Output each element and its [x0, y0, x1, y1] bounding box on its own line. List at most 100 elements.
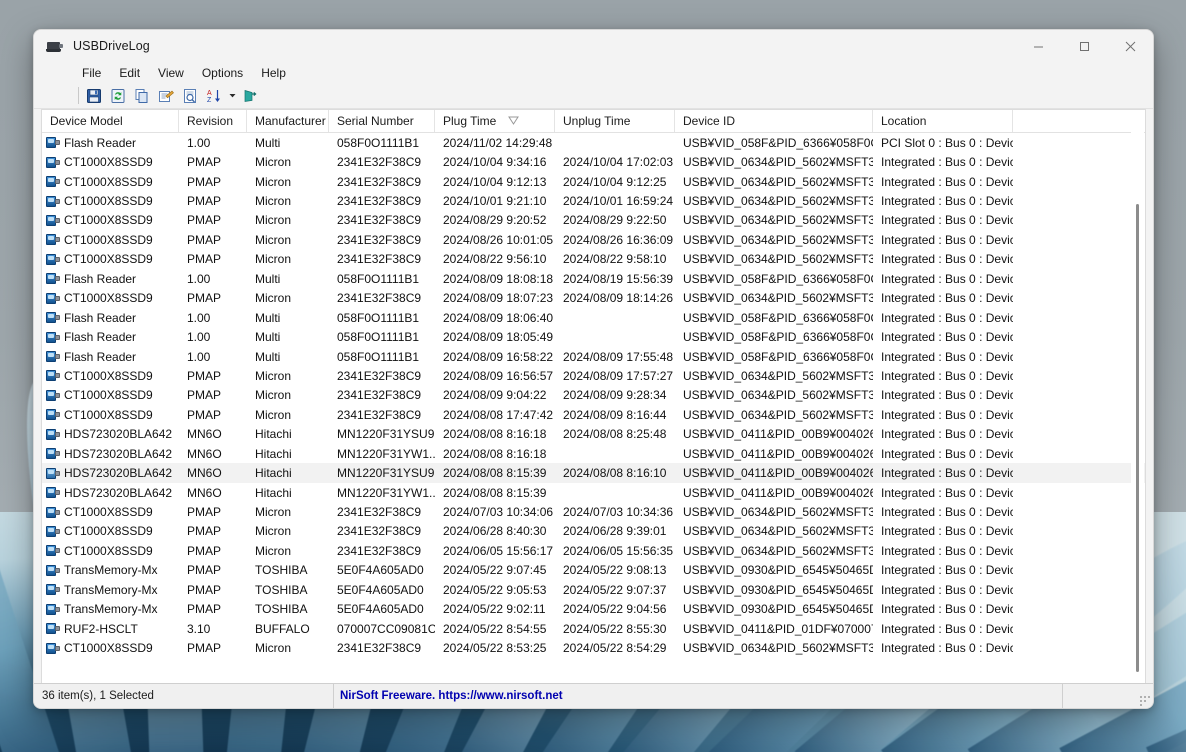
- copy-icon[interactable]: [131, 85, 153, 106]
- column-header-serial-number[interactable]: Serial Number: [329, 110, 435, 132]
- menu-item-help[interactable]: Help: [253, 65, 294, 81]
- cell-device-model: HDS723020BLA642: [42, 427, 179, 441]
- sort-az-icon[interactable]: A Z: [203, 85, 225, 106]
- status-item-count: 36 item(s), 1 Selected: [34, 684, 334, 708]
- html-report-icon[interactable]: [179, 85, 201, 106]
- status-link-panel: NirSoft Freeware. https://www.nirsoft.ne…: [334, 684, 1063, 708]
- table-row[interactable]: CT1000X8SSD9 PMAP Micron 2341E32F38C9 2024/1…: [42, 152, 1145, 171]
- table-row[interactable]: CT1000X8SSD9 PMAP Micron 2341E32F38C9 2024/0…: [42, 502, 1145, 521]
- table-row[interactable]: TransMemory-Mx PMAP TOSHIBA 5E0F4A605AD0 202…: [42, 600, 1145, 619]
- table-row[interactable]: CT1000X8SSD9 PMAP Micron 2341E32F38C9 2024/0…: [42, 522, 1145, 541]
- usb-device-icon: [46, 603, 61, 615]
- column-header-label: Revision: [187, 114, 234, 128]
- refresh-icon[interactable]: [107, 85, 129, 106]
- table-row[interactable]: HDS723020BLA642 MN6O Hitachi MN1220F31YW1..…: [42, 444, 1145, 463]
- table-row[interactable]: Flash Reader 1.00 Multi 058F0O1111B1 2024/08…: [42, 308, 1145, 327]
- device-model-label: CT1000X8SSD9: [64, 232, 153, 247]
- usb-device-icon: [46, 253, 61, 265]
- cell-revision: MN6O: [187, 466, 222, 481]
- table-row[interactable]: CT1000X8SSD9 PMAP Micron 2341E32F38C9 2024/0…: [42, 230, 1145, 249]
- table-row[interactable]: CT1000X8SSD9 PMAP Micron 2341E32F38C9 2024/0…: [42, 366, 1145, 385]
- device-model-label: TransMemory-Mx: [64, 602, 158, 617]
- cell-revision: 1.00: [187, 330, 211, 345]
- column-header-unplug-time[interactable]: Unplug Time: [555, 110, 675, 132]
- table-row[interactable]: CT1000X8SSD9 PMAP Micron 2341E32F38C9 2024/0…: [42, 405, 1145, 424]
- save-icon[interactable]: [83, 85, 105, 106]
- device-model-label: CT1000X8SSD9: [64, 505, 153, 520]
- cell-plug-time: 2024/08/08 8:15:39: [443, 485, 547, 500]
- cell-revision: PMAP: [187, 582, 222, 597]
- table-row[interactable]: TransMemory-Mx PMAP TOSHIBA 5E0F4A605AD0 202…: [42, 561, 1145, 580]
- table-row[interactable]: CT1000X8SSD9 PMAP Micron 2341E32F38C9 2024/0…: [42, 289, 1145, 308]
- cell-location: Integrated : Bus 0 : Devic: [881, 252, 1013, 267]
- cell-serial-number: 2341E32F38C9: [337, 232, 422, 247]
- table-row[interactable]: Flash Reader 1.00 Multi 058F0O1111B1 2024/11…: [42, 133, 1145, 152]
- usb-device-icon: [46, 623, 61, 635]
- column-header-manufacturer[interactable]: Manufacturer: [247, 110, 329, 132]
- table-row[interactable]: HDS723020BLA642 MN6O Hitachi MN1220F31YSU9D…: [42, 425, 1145, 444]
- cell-device-model: CT1000X8SSD9: [42, 194, 179, 208]
- table-row[interactable]: Flash Reader 1.00 Multi 058F0O1111B1 2024/08…: [42, 269, 1145, 288]
- cell-unplug-time: 2024/05/22 9:08:13: [563, 563, 667, 578]
- chevron-down-icon[interactable]: [227, 85, 238, 106]
- table-row[interactable]: RUF2-HSCLT 3.10 BUFFALO 070007CC09081C... 20…: [42, 619, 1145, 638]
- column-header-location[interactable]: Location: [873, 110, 1013, 132]
- menu-item-options[interactable]: Options: [194, 65, 251, 81]
- device-model-label: CT1000X8SSD9: [64, 174, 153, 189]
- device-model-label: CT1000X8SSD9: [64, 155, 153, 170]
- vertical-scrollbar-thumb[interactable]: [1136, 204, 1139, 672]
- nirsoft-link[interactable]: NirSoft Freeware. https://www.nirsoft.ne…: [340, 690, 563, 702]
- menu-item-edit[interactable]: Edit: [111, 65, 148, 81]
- menu-item-view[interactable]: View: [150, 65, 192, 81]
- list-header: Device Model Revision Manufacturer Serial N…: [42, 110, 1145, 133]
- menu-item-file[interactable]: File: [74, 65, 109, 81]
- usb-device-icon: [46, 370, 61, 382]
- table-row[interactable]: CT1000X8SSD9 PMAP Micron 2341E32F38C9 2024/0…: [42, 211, 1145, 230]
- cell-location: Integrated : Bus 0 : Devic: [881, 213, 1013, 228]
- table-row[interactable]: CT1000X8SSD9 PMAP Micron 2341E32F38C9 2024/0…: [42, 541, 1145, 560]
- cell-manufacturer: BUFFALO: [255, 621, 310, 636]
- table-row[interactable]: CT1000X8SSD9 PMAP Micron 2341E32F38C9 2024/0…: [42, 250, 1145, 269]
- table-row[interactable]: CT1000X8SSD9 PMAP Micron 2341E32F38C9 2024/0…: [42, 386, 1145, 405]
- cell-plug-time: 2024/08/09 18:05:49: [443, 330, 554, 345]
- table-row[interactable]: Flash Reader 1.00 Multi 058F0O1111B1 2024/08…: [42, 327, 1145, 346]
- cell-plug-time: 2024/08/08 17:47:42: [443, 407, 554, 422]
- device-model-label: TransMemory-Mx: [64, 563, 158, 578]
- table-row[interactable]: HDS723020BLA642 MN6O Hitachi MN1220F31YSU9D…: [42, 463, 1145, 483]
- column-header-label: Unplug Time: [563, 114, 631, 128]
- cell-device-model: Flash Reader: [42, 330, 179, 344]
- properties-icon[interactable]: [155, 85, 177, 106]
- cell-plug-time: 2024/10/01 9:21:10: [443, 194, 547, 209]
- resize-grip[interactable]: [1063, 684, 1153, 708]
- column-header-device-model[interactable]: Device Model: [42, 110, 179, 132]
- usb-device-icon: [46, 487, 61, 499]
- cell-device-model: Flash Reader: [42, 350, 179, 364]
- table-row[interactable]: CT1000X8SSD9 PMAP Micron 2341E32F38C9 2024/1…: [42, 191, 1145, 210]
- table-row[interactable]: CT1000X8SSD9 PMAP Micron 2341E32F38C9 2024/0…: [42, 638, 1145, 657]
- maximize-button[interactable]: [1061, 30, 1107, 62]
- column-header-plug-time[interactable]: Plug Time: [435, 110, 555, 132]
- cell-location: Integrated : Bus 0 : Devic: [881, 174, 1013, 189]
- table-row[interactable]: HDS723020BLA642 MN6O Hitachi MN1220F31YW1..…: [42, 483, 1145, 502]
- cell-location: Integrated : Bus 0 : Devic: [881, 446, 1013, 461]
- exit-icon[interactable]: [238, 85, 260, 106]
- usb-device-icon: [46, 448, 61, 460]
- cell-revision: 1.00: [187, 310, 211, 325]
- column-header-label: Device ID: [683, 114, 736, 128]
- close-button[interactable]: [1107, 30, 1153, 62]
- minimize-button[interactable]: [1015, 30, 1061, 62]
- device-model-label: HDS723020BLA642: [64, 485, 173, 500]
- column-header-revision[interactable]: Revision: [179, 110, 247, 132]
- window-titlebar[interactable]: USBDriveLog: [34, 30, 1153, 62]
- cell-device-id: USB¥VID_0930&PID_6545¥50465D...: [683, 602, 873, 617]
- usb-device-icon: [46, 428, 61, 440]
- table-row[interactable]: CT1000X8SSD9 PMAP Micron 2341E32F38C9 2024/1…: [42, 172, 1145, 191]
- table-row[interactable]: TransMemory-Mx PMAP TOSHIBA 5E0F4A605AD0 202…: [42, 580, 1145, 599]
- cell-revision: PMAP: [187, 602, 222, 617]
- table-row[interactable]: Flash Reader 1.00 Multi 058F0O1111B1 2024/08…: [42, 347, 1145, 366]
- cell-device-id: USB¥VID_0411&PID_00B9¥004026...: [683, 466, 873, 481]
- cell-serial-number: 2341E32F38C9: [337, 543, 422, 558]
- device-model-label: TransMemory-Mx: [64, 582, 158, 597]
- column-header-device-id[interactable]: Device ID: [675, 110, 873, 132]
- vertical-scrollbar[interactable]: [1131, 132, 1144, 683]
